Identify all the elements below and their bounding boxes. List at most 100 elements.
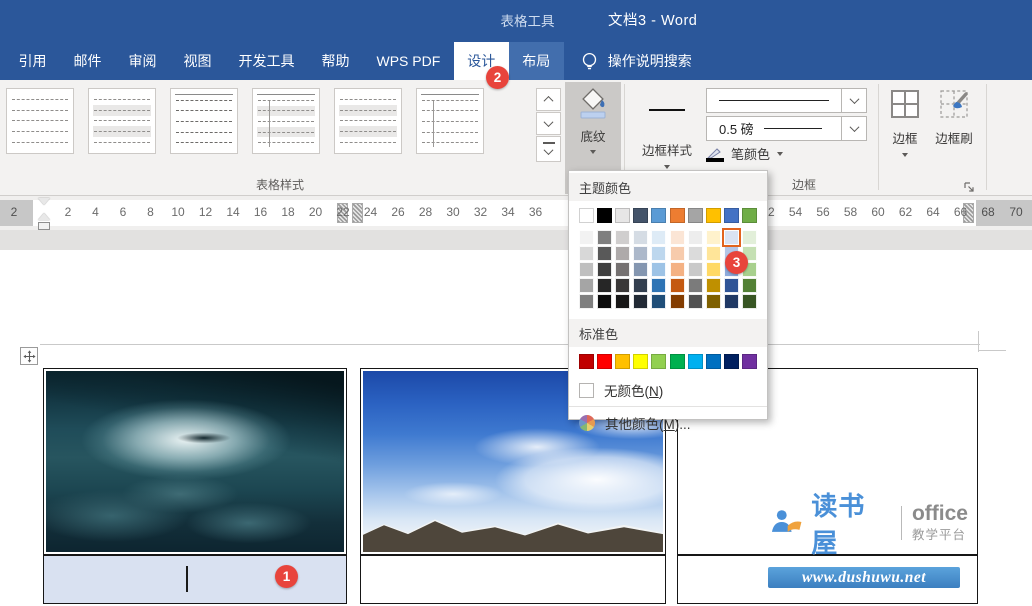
theme-variant-swatch-c8-r4[interactable] (706, 278, 721, 293)
tab-mailings[interactable]: 邮件 (60, 42, 115, 80)
tab-developer[interactable]: 开发工具 (225, 42, 308, 80)
theme-variant-swatch-c5-r2[interactable] (651, 246, 666, 261)
theme-variant-swatch-c8-r2[interactable] (706, 246, 721, 261)
gallery-more-button[interactable] (536, 136, 561, 162)
standard-color-swatch-10[interactable] (742, 354, 757, 369)
theme-color-swatch-9[interactable] (724, 208, 739, 223)
theme-variant-swatch-c7-r1[interactable] (688, 230, 703, 245)
tab-wps-pdf[interactable]: WPS PDF (363, 42, 454, 80)
pen-color-button[interactable]: 笔颜色 (706, 144, 783, 163)
theme-variant-swatch-c3-r1[interactable] (615, 230, 630, 245)
theme-color-swatch-10[interactable] (742, 208, 757, 223)
theme-variant-swatch-c8-r5[interactable] (706, 294, 721, 309)
theme-variant-swatch-c4-r1[interactable] (633, 230, 648, 245)
theme-variant-swatch-c1-r5[interactable] (579, 294, 594, 309)
left-indent-marker[interactable] (38, 222, 50, 230)
theme-variant-swatch-c1-r4[interactable] (579, 278, 594, 293)
hanging-indent-marker[interactable] (38, 213, 50, 220)
pen-weight-dropdown-button[interactable] (841, 116, 867, 141)
tab-review[interactable]: 审阅 (115, 42, 170, 80)
theme-color-swatch-8[interactable] (706, 208, 721, 223)
theme-variant-swatch-c10-r1[interactable] (742, 230, 757, 245)
theme-variant-swatch-c1-r3[interactable] (579, 262, 594, 277)
standard-color-swatch-7[interactable] (688, 354, 703, 369)
theme-variant-swatch-c8-r3[interactable] (706, 262, 721, 277)
theme-variant-swatch-c2-r2[interactable] (597, 246, 612, 261)
theme-variant-swatch-c4-r4[interactable] (633, 278, 648, 293)
theme-variant-swatch-c10-r5[interactable] (742, 294, 757, 309)
theme-variant-swatch-c6-r5[interactable] (670, 294, 685, 309)
tab-help[interactable]: 帮助 (308, 42, 363, 80)
theme-color-swatch-4[interactable] (633, 208, 648, 223)
theme-variant-swatch-c7-r4[interactable] (688, 278, 703, 293)
theme-variant-swatch-c3-r3[interactable] (615, 262, 630, 277)
theme-variant-swatch-c3-r4[interactable] (615, 278, 630, 293)
theme-variant-swatch-c4-r5[interactable] (633, 294, 648, 309)
theme-variant-swatch-c7-r2[interactable] (688, 246, 703, 261)
border-painter-button[interactable]: 边框刷 (928, 88, 980, 147)
theme-variant-swatch-c9-r5[interactable] (724, 294, 739, 309)
borders-dialog-launcher[interactable] (962, 180, 978, 196)
theme-variant-swatch-c7-r5[interactable] (688, 294, 703, 309)
theme-color-swatch-5[interactable] (651, 208, 666, 223)
theme-variant-swatch-c10-r4[interactable] (742, 278, 757, 293)
table-move-handle[interactable] (20, 347, 38, 365)
standard-color-swatch-5[interactable] (651, 354, 666, 369)
table-style-banded-light[interactable] (334, 88, 402, 154)
storm-clouds-photo[interactable] (46, 371, 344, 552)
table-style-plain-grid[interactable] (6, 88, 74, 154)
theme-color-swatch-2[interactable] (597, 208, 612, 223)
theme-variant-swatch-c9-r1[interactable] (724, 230, 739, 245)
gallery-scroll-up-button[interactable] (536, 88, 561, 111)
standard-color-swatch-9[interactable] (724, 354, 739, 369)
standard-color-swatch-4[interactable] (633, 354, 648, 369)
tab-view[interactable]: 视图 (170, 42, 225, 80)
table-style-banded-grid[interactable] (88, 88, 156, 154)
tab-layout[interactable]: 布局 (509, 42, 564, 80)
pen-weight-combobox[interactable]: 0.5 磅 (706, 116, 842, 141)
horizontal-ruler[interactable]: 2 24681012141618202224262830323436525456… (0, 196, 1032, 230)
theme-variant-swatch-c1-r2[interactable] (579, 246, 594, 261)
theme-variant-swatch-c6-r1[interactable] (670, 230, 685, 245)
table-cell-caption-shaded[interactable] (43, 555, 347, 604)
no-color-menu-item[interactable]: 无颜色(N) (569, 374, 767, 406)
table-style-header-column[interactable] (416, 88, 484, 154)
theme-color-swatch-7[interactable] (688, 208, 703, 223)
pen-style-dropdown-button[interactable] (841, 88, 867, 113)
theme-variant-swatch-c2-r1[interactable] (597, 230, 612, 245)
theme-variant-swatch-c1-r1[interactable] (579, 230, 594, 245)
more-colors-menu-item[interactable]: 其他颜色(M)... (569, 406, 767, 439)
theme-variant-swatch-c5-r1[interactable] (651, 230, 666, 245)
standard-color-swatch-8[interactable] (706, 354, 721, 369)
theme-variant-swatch-c4-r3[interactable] (633, 262, 648, 277)
theme-variant-swatch-c5-r3[interactable] (651, 262, 666, 277)
table-cell-image-1[interactable] (43, 368, 347, 555)
document-canvas[interactable]: 读书屋 office 教学平台 www.dushuwu.net (0, 230, 1032, 606)
tell-me-search[interactable]: 操作说明搜索 (580, 42, 692, 80)
standard-color-swatch-6[interactable] (670, 354, 685, 369)
gallery-scroll-down-button[interactable] (536, 112, 561, 135)
border-styles-button[interactable]: 边框样式 (630, 88, 704, 169)
theme-color-swatch-6[interactable] (670, 208, 685, 223)
standard-color-swatch-3[interactable] (615, 354, 630, 369)
theme-variant-swatch-c9-r4[interactable] (724, 278, 739, 293)
standard-color-swatch-1[interactable] (579, 354, 594, 369)
pen-style-combobox[interactable] (706, 88, 842, 113)
theme-variant-swatch-c7-r3[interactable] (688, 262, 703, 277)
theme-variant-swatch-c8-r1[interactable] (706, 230, 721, 245)
theme-variant-swatch-c6-r3[interactable] (670, 262, 685, 277)
theme-variant-swatch-c6-r4[interactable] (670, 278, 685, 293)
tab-references[interactable]: 引用 (5, 42, 60, 80)
theme-variant-swatch-c3-r5[interactable] (615, 294, 630, 309)
theme-color-swatch-3[interactable] (615, 208, 630, 223)
table-cell-caption-2[interactable] (360, 555, 666, 604)
theme-variant-swatch-c2-r5[interactable] (597, 294, 612, 309)
theme-variant-swatch-c5-r4[interactable] (651, 278, 666, 293)
theme-variant-swatch-c2-r3[interactable] (597, 262, 612, 277)
table-style-plain-lines[interactable] (170, 88, 238, 154)
theme-variant-swatch-c3-r2[interactable] (615, 246, 630, 261)
borders-button[interactable]: 边框 (884, 88, 926, 157)
first-line-indent-marker[interactable] (38, 198, 50, 205)
standard-color-swatch-2[interactable] (597, 354, 612, 369)
table-style-header-banded[interactable] (252, 88, 320, 154)
